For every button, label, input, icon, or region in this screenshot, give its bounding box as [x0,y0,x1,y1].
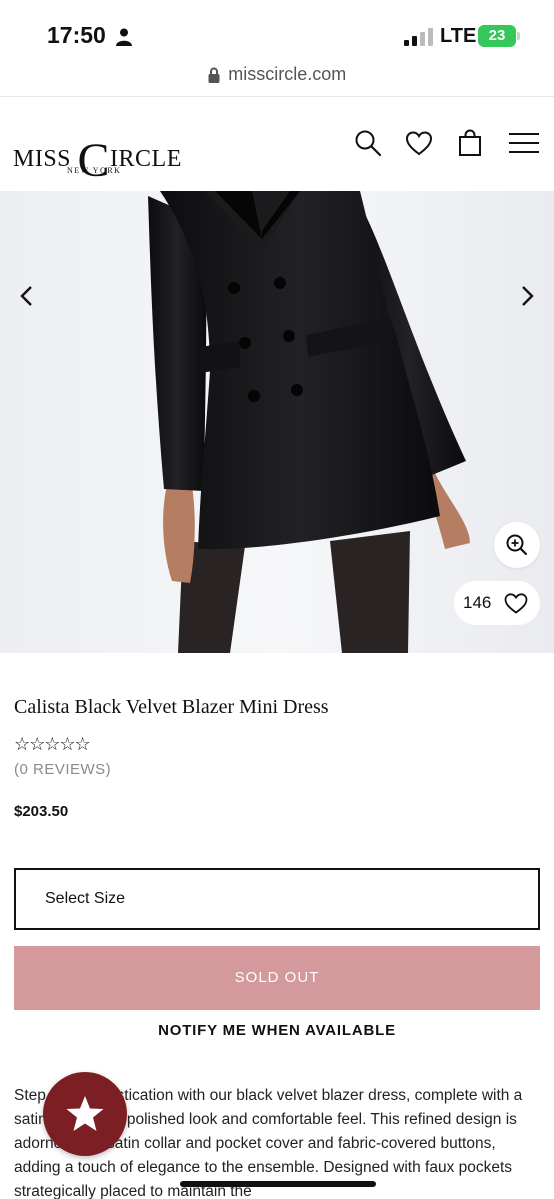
product-title: Calista Black Velvet Blazer Mini Dress [14,696,329,718]
heart-icon[interactable] [405,129,433,157]
heart-outline-icon [504,593,528,614]
search-icon[interactable] [354,129,382,157]
product-price: $203.50 [14,803,69,820]
size-select-label: Select Size [45,890,126,907]
signal-icon [404,28,433,46]
lock-icon [208,67,220,83]
zoom-in-icon [506,534,528,556]
reviews-widget-button[interactable] [43,1072,127,1156]
url-text: misscircle.com [228,64,347,84]
reviews-count[interactable]: (0 REVIEWS) [14,761,111,778]
battery-tip [517,32,520,40]
sold-out-button[interactable]: SOLD OUT [14,946,540,1010]
chevron-right-icon[interactable] [516,285,538,307]
home-indicator [180,1181,376,1187]
person-icon [116,28,132,46]
notify-me-link[interactable]: NOTIFY ME WHEN AVAILABLE [0,1022,554,1039]
network-type: LTE [440,25,477,47]
size-select[interactable]: Select Size [14,868,540,930]
star-icon [66,1096,104,1131]
site-header: MISS CIRCLE NEW YORK [0,96,554,190]
site-logo[interactable]: MISS CIRCLE NEW YORK [13,111,183,187]
bag-icon[interactable] [456,129,484,157]
rating-stars[interactable]: ☆☆☆☆☆ [14,734,91,755]
status-bar: 17:50 LTE 23 [0,0,554,70]
logo-subtitle: NEW YORK [67,166,122,175]
wishlist-like-button[interactable]: 146 [454,581,540,625]
battery-indicator: 23 [478,25,516,47]
menu-icon[interactable] [508,129,540,157]
url-bar[interactable]: misscircle.com [0,64,554,94]
product-image-carousel[interactable]: 146 [0,191,554,653]
zoom-button[interactable] [494,522,540,568]
status-time: 17:50 [47,22,106,48]
like-count: 146 [463,593,492,612]
chevron-left-icon[interactable] [16,285,38,307]
